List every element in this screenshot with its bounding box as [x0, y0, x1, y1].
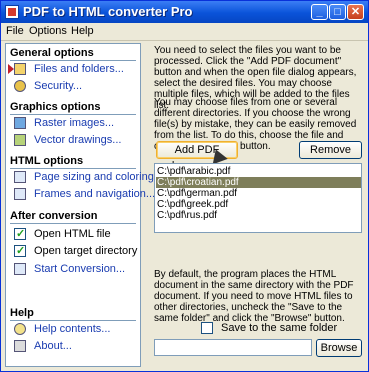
- general-options-heading: General options: [10, 47, 94, 59]
- sidebar-item-label: Raster images...: [34, 117, 115, 129]
- sidebar-item-label: Page sizing and coloring...: [34, 171, 164, 183]
- divider: [10, 223, 136, 224]
- divider: [10, 114, 136, 115]
- minimize-button[interactable]: _: [311, 4, 328, 20]
- sidebar-item-label: Frames and navigation...: [34, 188, 156, 200]
- graphics-options-heading: Graphics options: [10, 101, 101, 113]
- close-button[interactable]: ✕: [347, 4, 364, 20]
- menu-file[interactable]: File: [6, 25, 24, 37]
- menu-options[interactable]: Options: [29, 25, 67, 37]
- key-icon: [14, 80, 26, 92]
- maximize-button[interactable]: □: [329, 4, 346, 20]
- window-title: PDF to HTML converter Pro: [23, 4, 193, 19]
- file-list[interactable]: C:\pdf\arabic.pdf C:\pdf\croatian.pdf C:…: [154, 163, 362, 233]
- divider: [10, 168, 136, 169]
- sidebar-item-label: Files and folders...: [34, 63, 124, 75]
- start-conversion-label: Start Conversion...: [34, 263, 126, 275]
- menu-help[interactable]: Help: [71, 25, 94, 37]
- list-item[interactable]: C:\pdf\rus.pdf: [157, 210, 217, 221]
- sidebar-item-label: About...: [34, 340, 72, 352]
- list-item[interactable]: C:\pdf\arabic.pdf: [157, 166, 230, 177]
- remove-button[interactable]: Remove: [299, 141, 362, 159]
- sidebar-item-label: Security...: [34, 80, 83, 92]
- browse-button[interactable]: Browse: [316, 339, 362, 357]
- checkbox-box[interactable]: [201, 322, 213, 334]
- options-sidebar: General options Files and folders... Sec…: [5, 43, 163, 367]
- menu-bar: File Options Help: [1, 23, 368, 41]
- checkbox-box[interactable]: [14, 227, 26, 240]
- divider: [10, 320, 136, 321]
- convert-icon: [14, 263, 26, 275]
- output-folder-field[interactable]: [154, 339, 312, 356]
- html-options-heading: HTML options: [10, 155, 84, 167]
- about-icon: [14, 340, 26, 352]
- divider: [10, 60, 136, 61]
- checkbox-label: Open target directory: [34, 245, 138, 257]
- sidebar-item-label: Vector drawings...: [34, 134, 122, 146]
- title-bar[interactable]: PDF to HTML converter Pro _ □ ✕: [1, 1, 368, 23]
- checkbox-label: Save to the same folder: [221, 322, 338, 334]
- after-conversion-heading: After conversion: [10, 210, 98, 222]
- sidebar-item-label: Help contents...: [34, 323, 111, 335]
- list-item-selected[interactable]: C:\pdf\croatian.pdf: [156, 177, 361, 188]
- app-window: PDF to HTML converter Pro _ □ ✕ File Opt…: [0, 0, 369, 372]
- checkbox-box[interactable]: [14, 244, 26, 257]
- folder-icon: [14, 63, 26, 75]
- checkbox-label: Open HTML file: [34, 228, 111, 240]
- app-icon: [5, 5, 19, 19]
- frames-icon: [14, 188, 26, 200]
- list-item[interactable]: C:\pdf\greek.pdf: [157, 199, 228, 210]
- page-icon: [14, 171, 26, 183]
- list-item[interactable]: C:\pdf\german.pdf: [157, 188, 237, 199]
- help-icon: [14, 323, 26, 335]
- output-help-text: By default, the program places the HTML …: [154, 269, 354, 324]
- help-heading: Help: [10, 307, 34, 319]
- drawing-icon: [14, 134, 26, 146]
- picture-icon: [14, 117, 26, 129]
